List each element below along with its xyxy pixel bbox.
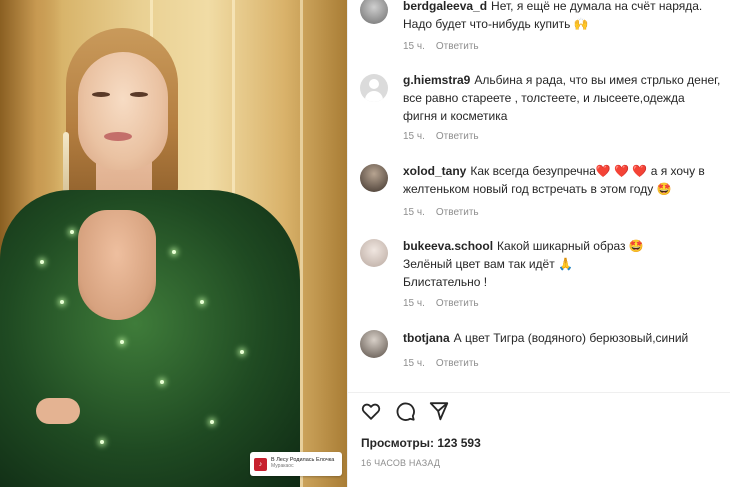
music-sticker[interactable]: ♪ В Лесу Родилась Елочка Муракаос <box>250 452 342 476</box>
person-lips <box>104 132 132 141</box>
post-time[interactable]: 16 ЧАСОВ НАЗАД <box>361 458 440 468</box>
avatar[interactable] <box>360 239 388 267</box>
music-artist: Муракаос <box>271 463 294 470</box>
comment-username[interactable]: tbotjana <box>403 331 450 345</box>
sparkle <box>60 300 64 304</box>
comment-time: 15 ч. <box>403 358 425 369</box>
comment-username[interactable]: g.hiemstra9 <box>403 73 470 87</box>
person-hand <box>36 398 80 424</box>
sparkle <box>120 340 124 344</box>
views-count: Просмотры: 123 593 <box>361 436 481 450</box>
comment-time: 15 ч. <box>403 207 425 218</box>
sparkle <box>160 380 164 384</box>
reply-button[interactable]: Ответить <box>436 298 479 309</box>
comment-time: 15 ч. <box>403 41 425 52</box>
sparkle <box>240 350 244 354</box>
person-eye <box>130 92 148 97</box>
comment-time: 15 ч. <box>403 298 425 309</box>
share-icon[interactable] <box>428 400 450 422</box>
sparkle <box>70 230 74 234</box>
comment-text-line: Зелёный цвет вам так идёт 🙏 <box>403 257 573 271</box>
avatar[interactable] <box>360 74 388 102</box>
person-neckline <box>78 210 156 320</box>
heart-icon[interactable] <box>360 400 382 422</box>
views-value: 123 593 <box>437 436 481 450</box>
comments-panel: berdgaleeva_d Нет, я ещё не думала на счё… <box>347 0 730 487</box>
comment-text: Какой шикарный образ 🤩 <box>497 239 644 253</box>
sparkle <box>210 420 214 424</box>
sparkle <box>100 440 104 444</box>
music-app-logo-icon: ♪ <box>254 457 267 471</box>
wall-panel-line <box>300 0 303 487</box>
reply-button[interactable]: Ответить <box>436 131 479 142</box>
divider <box>348 392 730 393</box>
person-eye <box>92 92 110 97</box>
reply-button[interactable]: Ответить <box>436 41 479 52</box>
comment-icon[interactable] <box>394 400 416 422</box>
avatar[interactable] <box>360 330 388 358</box>
comment-username[interactable]: bukeeva.school <box>403 239 493 253</box>
reply-button[interactable]: Ответить <box>436 207 479 218</box>
comment-time: 15 ч. <box>403 131 425 142</box>
post-media[interactable]: ♪ В Лесу Родилась Елочка Муракаос <box>0 0 347 487</box>
comments-list[interactable]: berdgaleeva_d Нет, я ещё не думала на счё… <box>348 0 730 392</box>
sparkle <box>172 250 176 254</box>
sparkle <box>40 260 44 264</box>
avatar[interactable] <box>360 0 388 24</box>
comment-username[interactable]: xolod_tany <box>403 164 466 178</box>
views-label: Просмотры: <box>361 436 435 450</box>
comment-username[interactable]: berdgaleeva_d <box>403 0 487 13</box>
comment-text-line: Блистательно ! <box>403 275 488 289</box>
reply-button[interactable]: Ответить <box>436 358 479 369</box>
avatar[interactable] <box>360 164 388 192</box>
earring <box>63 132 69 194</box>
action-bar <box>360 400 450 422</box>
sparkle <box>200 300 204 304</box>
person-face <box>78 52 168 170</box>
comment-text: А цвет Тигра (водяного) берюзовый,синий <box>453 331 689 345</box>
